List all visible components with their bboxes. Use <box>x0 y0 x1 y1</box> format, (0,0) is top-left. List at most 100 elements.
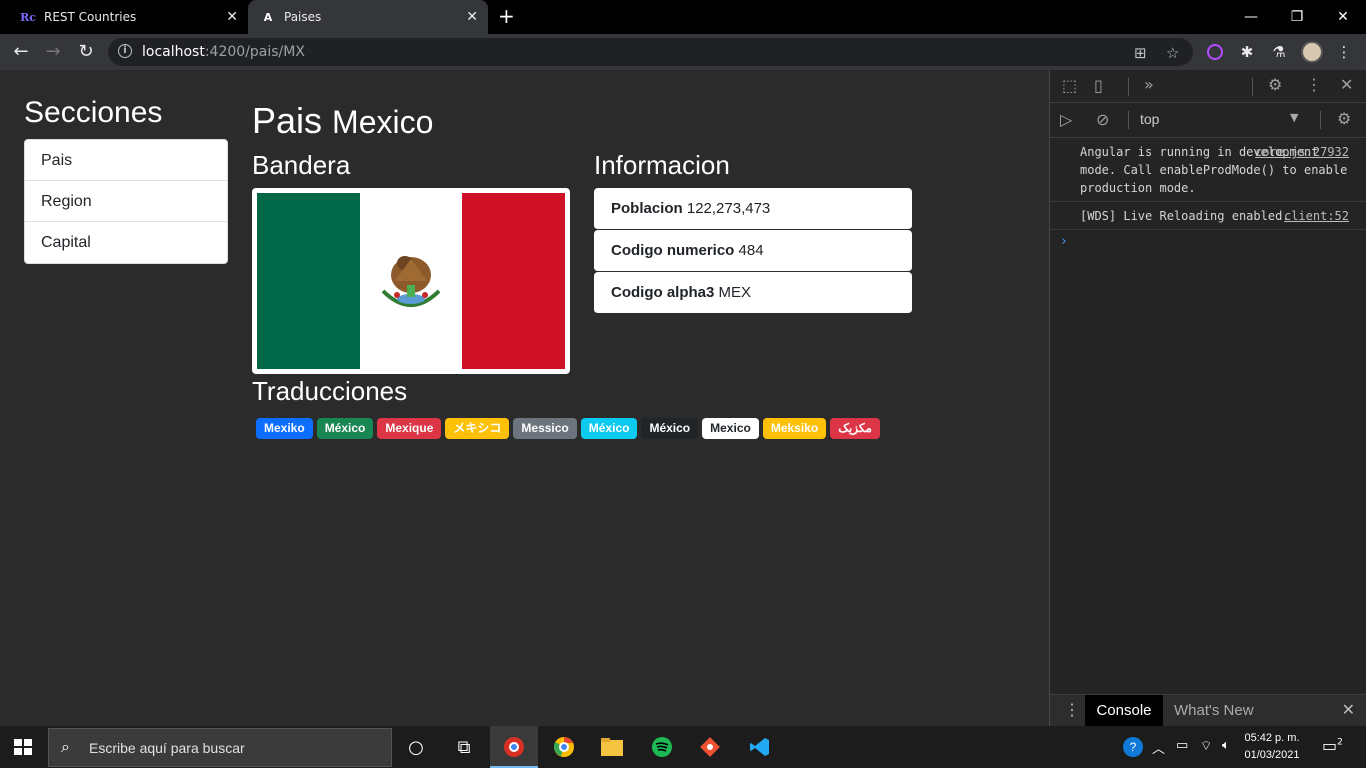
close-tab-icon[interactable]: ✕ <box>226 9 238 25</box>
settings-gear-icon[interactable]: ⚙ <box>1268 75 1282 94</box>
info-heading: Informacion <box>594 150 730 180</box>
devtools-top-bar: ⬚ ▯ » ⚙ ⋮ ✕ <box>1050 70 1366 103</box>
translation-badge: México <box>580 418 638 439</box>
info-item-numeric-code: Codigo numerico 484 <box>594 230 912 272</box>
file-explorer-icon[interactable] <box>600 735 624 759</box>
svg-text:?: ? <box>1130 740 1137 754</box>
notification-count: 2 <box>1337 737 1343 748</box>
translation-badge: Mexique <box>377 418 442 439</box>
country-flag-image <box>252 188 570 374</box>
windows-start-icon[interactable] <box>14 739 32 755</box>
page-title-prefix: Pais <box>252 100 323 141</box>
browser-toolbar: ← → ↻ i localhost:4200/pais/MX ⊞ ☆ ✱ ⚗ ⋮ <box>0 34 1366 70</box>
git-kraken-icon[interactable] <box>698 735 722 759</box>
spotify-icon[interactable] <box>650 735 674 759</box>
rest-countries-favicon-icon: Rc <box>20 10 36 24</box>
translation-badge: México <box>641 418 699 439</box>
close-devtools-icon[interactable]: ✕ <box>1340 75 1353 94</box>
reload-icon[interactable]: ↻ <box>75 41 97 63</box>
wifi-icon[interactable]: ⌔ <box>1200 738 1212 754</box>
coat-of-arms-icon <box>381 256 441 307</box>
extensions-puzzle-icon[interactable]: ✱ <box>1237 42 1257 62</box>
show-sidebar-icon[interactable]: ▷ <box>1060 110 1072 129</box>
profile-avatar[interactable] <box>1301 41 1323 63</box>
tab-rest-countries[interactable]: Rc REST Countries ✕ <box>0 0 248 34</box>
tab-title: Paises <box>284 10 322 24</box>
help-badge-icon[interactable]: ? <box>1122 736 1144 762</box>
taskbar-search-box[interactable]: ⌕ Escribe aquí para buscar <box>48 728 392 767</box>
angular-favicon-icon: A <box>263 10 273 24</box>
cortana-icon[interactable]: ○ <box>404 735 428 759</box>
info-item-alpha3-code: Codigo alpha3 MEX <box>594 272 912 314</box>
country-name: Mexico <box>332 104 434 140</box>
context-selector[interactable]: top <box>1140 111 1159 127</box>
clock-date: 01/03/2021 <box>1244 749 1300 761</box>
more-tabs-icon[interactable]: » <box>1144 75 1154 94</box>
clock-time: 05:42 p. m. <box>1244 732 1300 744</box>
translate-icon[interactable]: ⊞ <box>1134 44 1147 62</box>
devtools-drawer: ⋮ Console What's New ✕ <box>1050 694 1366 726</box>
tab-title: REST Countries <box>44 10 137 24</box>
window-close-icon[interactable]: ✕ <box>1320 0 1366 34</box>
translation-badge: مکزیک <box>830 418 880 439</box>
minimize-icon[interactable]: — <box>1228 0 1274 34</box>
tab-paises[interactable]: A Paises ✕ <box>248 0 488 34</box>
windows-taskbar: ⌕ Escribe aquí para buscar ○ ⧉ ? ︿ ▭ ⌔ 🔈… <box>0 726 1366 768</box>
flag-heading: Bandera <box>252 150 351 180</box>
chevron-down-icon[interactable]: ▼ <box>1290 111 1298 124</box>
translation-badge: Mexico <box>702 418 759 439</box>
info-list: Poblacion 122,273,473 Codigo numerico 48… <box>594 188 912 314</box>
site-info-icon[interactable]: i <box>118 44 132 58</box>
sidebar-item-pais[interactable]: Pais <box>25 140 227 181</box>
back-icon[interactable]: ← <box>10 41 32 63</box>
chrome-icon[interactable] <box>552 735 576 759</box>
translation-badge: Messico <box>513 418 577 439</box>
console-toolbar: ▷ ⊘ top ▼ ⚙ <box>1050 103 1366 138</box>
page-title: Pais Mexico <box>252 100 433 142</box>
search-icon: ⌕ <box>61 737 70 756</box>
message-source-link[interactable]: client:52 <box>1284 207 1349 225</box>
page-content: Secciones Pais Region Capital Pais Mexic… <box>0 70 1049 726</box>
console-message: Angular is running in development mode. … <box>1050 138 1366 202</box>
sidebar-item-capital[interactable]: Capital <box>25 222 227 263</box>
console-output: Angular is running in development mode. … <box>1050 138 1366 253</box>
tab-console[interactable]: Console <box>1085 695 1163 726</box>
translations-heading: Traducciones <box>252 376 408 406</box>
notifications-icon[interactable]: ▭2 <box>1322 736 1343 755</box>
translations-badges: Mexiko México Mexique メキシコ Messico México Méxi… <box>256 418 896 447</box>
drawer-menu-icon[interactable]: ⋮ <box>1064 700 1080 720</box>
taskbar-clock[interactable]: 05:42 p. m. 01/03/2021 <box>1240 730 1304 764</box>
sidebar-nav: Pais Region Capital <box>24 139 228 264</box>
task-view-icon[interactable]: ⧉ <box>452 735 476 759</box>
chrome-dev-icon[interactable] <box>502 735 526 759</box>
inspect-element-icon[interactable]: ⬚ <box>1062 76 1077 95</box>
translation-badge: メキシコ <box>445 418 510 439</box>
clear-console-icon[interactable]: ⊘ <box>1096 110 1109 129</box>
browser-tab-strip: Rc REST Countries ✕ A Paises ✕ + — ❐ ✕ <box>0 0 1366 34</box>
browser-menu-icon[interactable]: ⋮ <box>1334 42 1354 62</box>
vscode-icon[interactable] <box>748 735 772 759</box>
labs-flask-icon[interactable]: ⚗ <box>1269 42 1289 62</box>
tray-chevron-up-icon[interactable]: ︿ <box>1152 738 1165 757</box>
devtools-menu-icon[interactable]: ⋮ <box>1306 75 1322 94</box>
console-prompt[interactable]: › <box>1050 230 1366 253</box>
sidebar-item-region[interactable]: Region <box>25 181 227 222</box>
info-item-population: Poblacion 122,273,473 <box>594 188 912 230</box>
bookmark-star-icon[interactable]: ☆ <box>1166 44 1179 62</box>
translation-badge: México <box>316 418 374 439</box>
device-toolbar-icon[interactable]: ▯ <box>1094 76 1103 95</box>
tab-whats-new[interactable]: What's New <box>1174 695 1254 726</box>
message-source-link[interactable]: core.js:27932 <box>1255 143 1349 161</box>
close-tab-icon[interactable]: ✕ <box>466 9 478 25</box>
console-settings-icon[interactable]: ⚙ <box>1337 109 1351 128</box>
translation-badge: Meksiko <box>762 418 827 439</box>
extension-icon[interactable] <box>1207 44 1223 60</box>
address-bar[interactable]: i localhost:4200/pais/MX ⊞ ☆ <box>108 38 1193 66</box>
restore-icon[interactable]: ❐ <box>1274 0 1320 34</box>
battery-icon[interactable]: ▭ <box>1176 738 1188 753</box>
volume-icon[interactable]: 🔈︎ <box>1222 738 1230 753</box>
close-drawer-icon[interactable]: ✕ <box>1342 700 1355 720</box>
search-placeholder: Escribe aquí para buscar <box>89 740 245 756</box>
new-tab-icon[interactable]: + <box>498 6 515 26</box>
forward-icon[interactable]: → <box>42 41 64 63</box>
